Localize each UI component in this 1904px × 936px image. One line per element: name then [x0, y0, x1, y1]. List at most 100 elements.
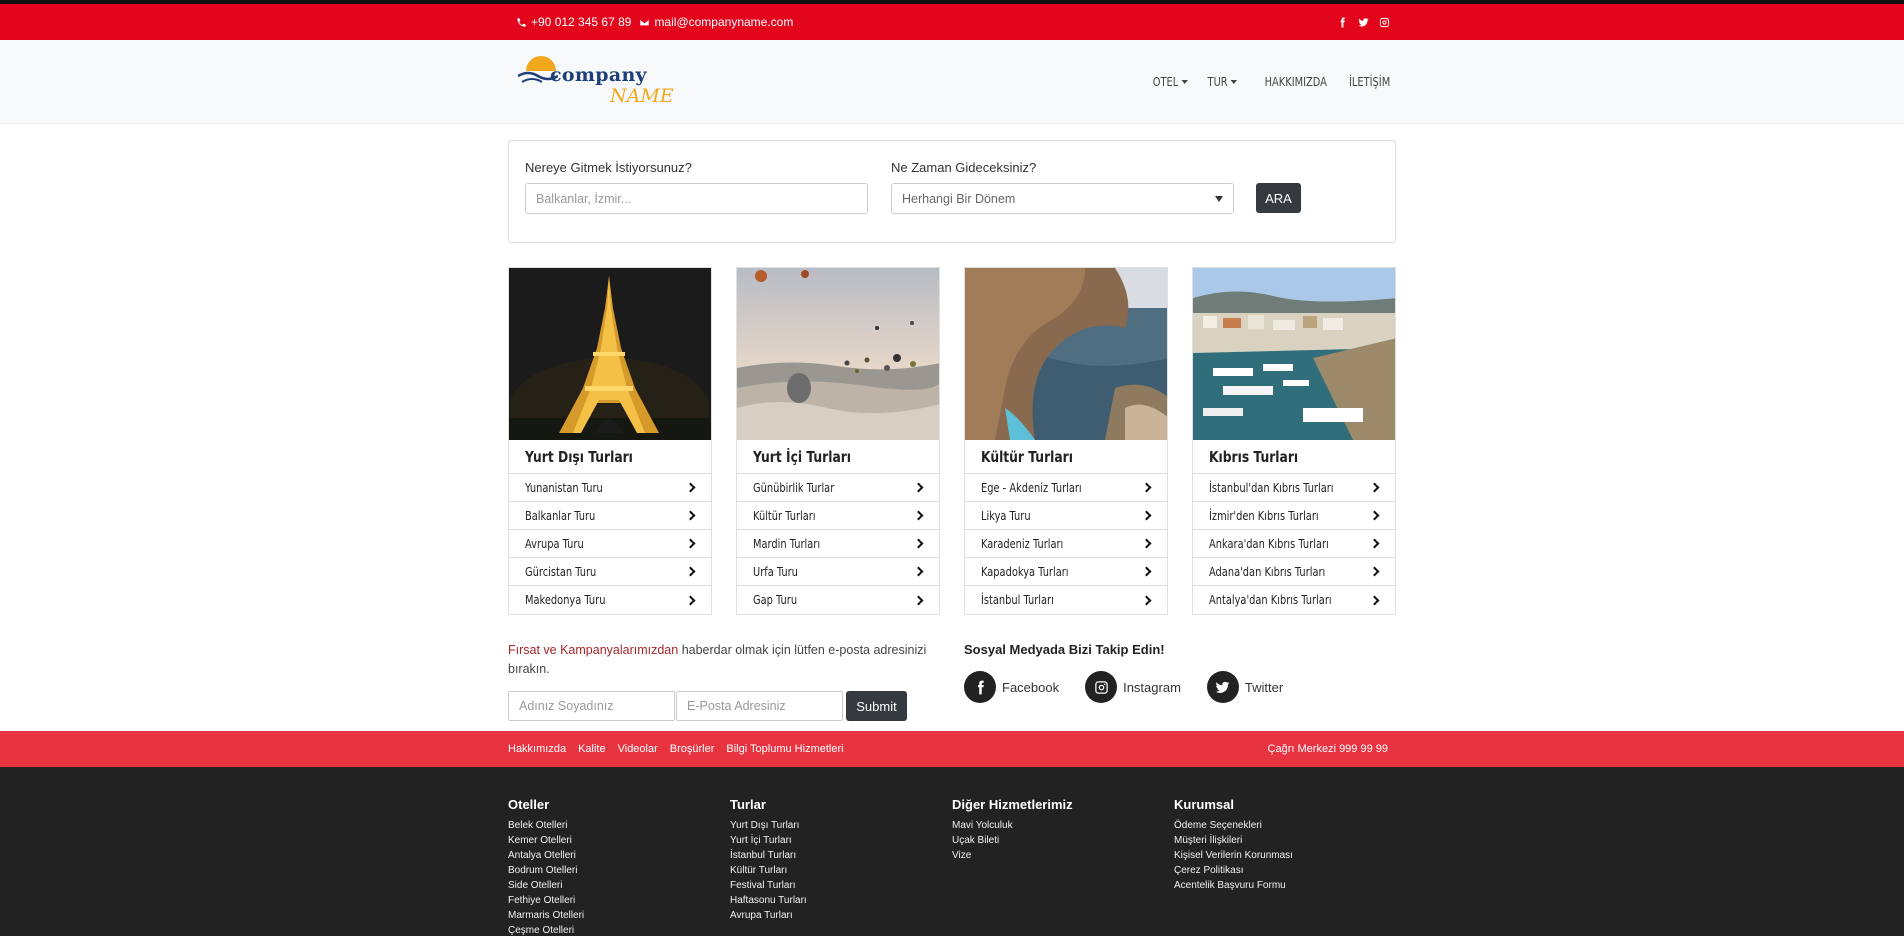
phone-number: +90 012 345 67 89 — [531, 15, 632, 29]
search-button[interactable]: ARA — [1256, 183, 1301, 213]
card-link[interactable]: Kapadokya Turları — [965, 558, 1167, 586]
card-image-harbor[interactable] — [1193, 268, 1395, 440]
card-link[interactable]: Ankara'dan Kıbrıs Turları — [1193, 530, 1395, 558]
social-links: Facebook Instagram Twitter — [964, 671, 1283, 703]
chevron-right-icon — [1369, 510, 1380, 521]
period-select[interactable]: Herhangi Bir Dönem — [891, 183, 1234, 214]
footer-link[interactable]: Çerez Politikası — [1174, 863, 1396, 878]
tour-card: Kültür Turları Ege - Akdeniz Turları Lik… — [964, 267, 1168, 615]
social-facebook-link[interactable]: Facebook — [964, 671, 1059, 703]
footer-link[interactable]: Marmaris Otelleri — [508, 908, 730, 923]
footer-link[interactable]: Uçak Bileti — [952, 833, 1174, 848]
social-twitter-label: Twitter — [1244, 679, 1284, 695]
nav-hakkimizda[interactable]: HAKKIMIZDA — [1265, 75, 1327, 89]
footer-link[interactable]: İstanbul Turları — [730, 848, 952, 863]
footer-link[interactable]: Haftasonu Turları — [730, 893, 952, 908]
footer-link-kalite[interactable]: Kalite — [578, 743, 606, 755]
footer-link[interactable]: Bodrum Otelleri — [508, 863, 730, 878]
instagram-icon[interactable] — [1379, 17, 1390, 28]
footer-link[interactable]: Avrupa Turları — [730, 908, 952, 923]
footer-link[interactable]: Kemer Otelleri — [508, 833, 730, 848]
social-instagram-link[interactable]: Instagram — [1085, 671, 1181, 703]
card-link[interactable]: Balkanlar Turu — [509, 502, 711, 530]
card-link[interactable]: Karadeniz Turları — [965, 530, 1167, 558]
facebook-icon[interactable] — [1337, 16, 1348, 28]
footer-column-title: Kurumsal — [1174, 797, 1234, 812]
social-twitter-link[interactable]: Twitter — [1206, 671, 1284, 703]
destination-input[interactable]: Balkanlar, İzmir... — [525, 183, 868, 214]
footer-column-hizmetler: Diğer Hizmetlerimiz Mavi Yolculuk Uçak B… — [952, 767, 1174, 936]
card-link[interactable]: Makedonya Turu — [509, 586, 711, 614]
eiffel-tower-image — [509, 268, 711, 440]
tour-card: Kıbrıs Turları İstanbul'dan Kıbrıs Turla… — [1192, 267, 1396, 615]
footer-link[interactable]: Belek Otelleri — [508, 818, 730, 833]
top-contact-bar: +90 012 345 67 89 mail@companyname.com — [0, 4, 1904, 40]
phone-link[interactable]: +90 012 345 67 89 — [516, 15, 631, 29]
email-input[interactable]: E-Posta Adresiniz — [676, 691, 843, 721]
nav-tur[interactable]: TUR — [1208, 75, 1238, 89]
footer-link-bilgi-toplumu[interactable]: Bilgi Toplumu Hizmetleri — [726, 743, 843, 755]
footer-link[interactable]: Müşteri İlişkileri — [1174, 833, 1396, 848]
company-logo[interactable]: company NAME — [516, 52, 674, 112]
footer-link[interactable]: Yurt İçi Turları — [730, 833, 952, 848]
submit-button[interactable]: Submit — [846, 691, 907, 721]
card-link[interactable]: Urfa Turu — [737, 558, 939, 586]
footer-link[interactable]: Çeşme Otelleri — [508, 923, 730, 936]
footer-column-title: Oteller — [508, 797, 550, 812]
footer-link[interactable]: Kültür Turları — [730, 863, 952, 878]
card-link[interactable]: Ege - Akdeniz Turları — [965, 474, 1167, 502]
nav-otel[interactable]: OTEL — [1153, 75, 1189, 89]
card-link[interactable]: Günübirlik Turlar — [737, 474, 939, 502]
chevron-right-icon — [913, 482, 924, 493]
email-link[interactable]: mail@companyname.com — [639, 15, 793, 29]
email-address: mail@companyname.com — [654, 15, 794, 29]
name-input[interactable]: Adınız Soyadınız — [508, 691, 675, 721]
footer-link-hakkimizda[interactable]: Hakkımızda — [508, 743, 566, 755]
footer-column-title: Turlar — [730, 797, 766, 812]
chevron-right-icon — [913, 566, 924, 577]
footer-link[interactable]: Festival Turları — [730, 878, 952, 893]
footer-link[interactable]: Yurt Dışı Turları — [730, 818, 952, 833]
card-link[interactable]: Gap Turu — [737, 586, 939, 614]
newsletter-highlight-link[interactable]: Fırsat ve Kampanyalarımızdan — [508, 643, 678, 657]
twitter-icon — [1216, 681, 1230, 693]
footer-link[interactable]: Fethiye Otelleri — [508, 893, 730, 908]
card-image-eiffel[interactable] — [509, 268, 711, 440]
card-link[interactable]: Mardin Turları — [737, 530, 939, 558]
card-link[interactable]: Yunanistan Turu — [509, 474, 711, 502]
chevron-right-icon — [913, 510, 924, 521]
top-social-icons — [1337, 16, 1390, 28]
call-center[interactable]: Çağrı Merkezi 999 99 99 — [1268, 743, 1388, 755]
search-panel: Nereye Gitmek İstiyorsunuz? Balkanlar, İ… — [508, 140, 1396, 243]
footer-link-brosurler[interactable]: Broşürler — [670, 743, 715, 755]
card-image-coast[interactable] — [965, 268, 1167, 440]
twitter-icon[interactable] — [1358, 17, 1369, 28]
footer-link[interactable]: Side Otelleri — [508, 878, 730, 893]
card-title: Kıbrıs Turları — [1193, 440, 1395, 474]
footer-column-kurumsal: Kurumsal Ödeme Seçenekleri Müşteri İlişk… — [1174, 767, 1396, 936]
contact-info: +90 012 345 67 89 mail@companyname.com — [516, 15, 793, 29]
footer-link[interactable]: Ödeme Seçenekleri — [1174, 818, 1396, 833]
footer-link[interactable]: Kişisel Verilerin Korunması — [1174, 848, 1396, 863]
card-link[interactable]: Avrupa Turu — [509, 530, 711, 558]
where-label: Nereye Gitmek İstiyorsunuz? — [525, 160, 692, 175]
card-link[interactable]: Antalya'dan Kıbrıs Turları — [1193, 586, 1395, 614]
tour-cards: Yurt Dışı Turları Yunanistan Turu Balkan… — [508, 267, 1396, 615]
card-link[interactable]: İstanbul'dan Kıbrıs Turları — [1193, 474, 1395, 502]
card-link[interactable]: Likya Turu — [965, 502, 1167, 530]
card-link[interactable]: İzmir'den Kıbrıs Turları — [1193, 502, 1395, 530]
card-link[interactable]: Adana'dan Kıbrıs Turları — [1193, 558, 1395, 586]
site-header: company NAME OTEL TUR HAKKIMIZDA İLETİŞİ… — [0, 40, 1904, 124]
footer-link[interactable]: Vize — [952, 848, 1174, 863]
card-link[interactable]: Kültür Turları — [737, 502, 939, 530]
footer-link[interactable]: Antalya Otelleri — [508, 848, 730, 863]
nav-iletisim[interactable]: İLETİŞİM — [1349, 75, 1390, 89]
footer-link-videolar[interactable]: Videolar — [618, 743, 658, 755]
footer-link[interactable]: Acentelik Başvuru Formu — [1174, 878, 1396, 893]
card-image-balloons[interactable] — [737, 268, 939, 440]
footer-link[interactable]: Mavi Yolculuk — [952, 818, 1174, 833]
card-link[interactable]: Gürcistan Turu — [509, 558, 711, 586]
chevron-right-icon — [913, 595, 924, 605]
social-instagram-label: Instagram — [1123, 679, 1181, 695]
card-link[interactable]: İstanbul Turları — [965, 586, 1167, 614]
